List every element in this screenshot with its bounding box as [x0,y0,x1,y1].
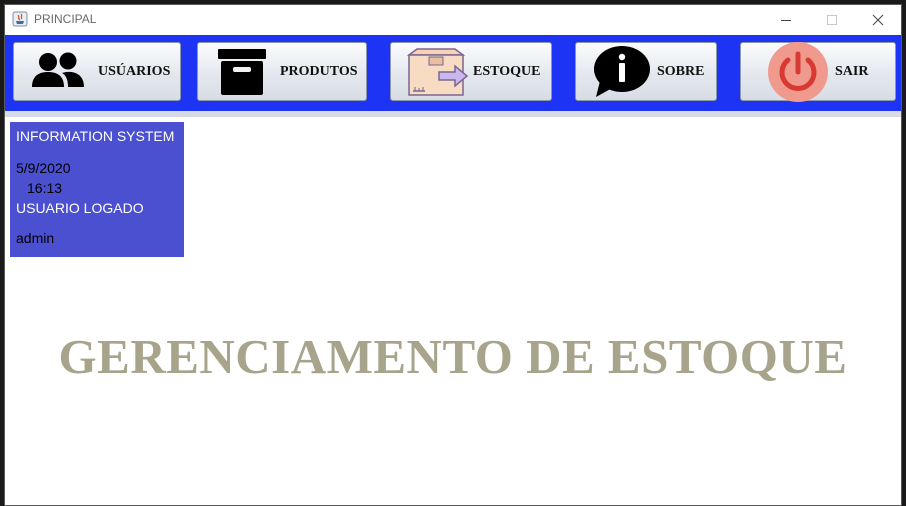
java-app-icon [12,11,28,27]
minimize-icon [781,19,791,21]
info-bubble-icon [594,46,650,97]
window-title: PRINCIPAL [34,12,97,26]
power-icon [768,42,828,102]
main-window: PRINCIPAL USÚARIOS PRODUTOS ESTOQUE SOBR… [4,4,902,506]
usuarios-button[interactable]: USÚARIOS [13,42,181,101]
toolbar: USÚARIOS PRODUTOS ESTOQUE SOBRE SAIR [5,35,901,111]
toolbar-divider [5,111,901,117]
logged-user-label: USUARIO LOGADO [16,200,144,216]
sobre-label: SOBRE [657,64,705,79]
estoque-label: ESTOQUE [473,64,541,79]
users-icon [32,52,84,87]
maximize-icon [827,14,837,25]
produtos-button[interactable]: PRODUTOS [197,42,367,101]
usuarios-label: USÚARIOS [98,64,171,79]
minimize-button[interactable] [763,5,809,34]
logged-username: admin [16,230,55,246]
current-date: 5/9/2020 [16,160,71,176]
info-panel: INFORMATION SYSTEM 5/9/2020 16:13 USUARI… [10,122,184,257]
archive-box-icon [218,49,266,95]
estoque-button[interactable]: ESTOQUE [390,42,552,101]
title-bar[interactable]: PRINCIPAL [5,5,901,34]
system-name: INFORMATION SYSTEM [16,128,175,144]
sobre-button[interactable]: SOBRE [575,42,717,101]
close-icon [872,14,884,25]
produtos-label: PRODUTOS [280,64,358,79]
maximize-button[interactable] [809,5,855,34]
sair-button[interactable]: SAIR [740,42,896,102]
box-arrow-icon [406,48,469,96]
close-button[interactable] [855,5,901,34]
page-heading: GERENCIAMENTO DE ESTOQUE [58,329,848,384]
current-time: 16:13 [27,180,63,196]
sair-label: SAIR [835,64,869,79]
